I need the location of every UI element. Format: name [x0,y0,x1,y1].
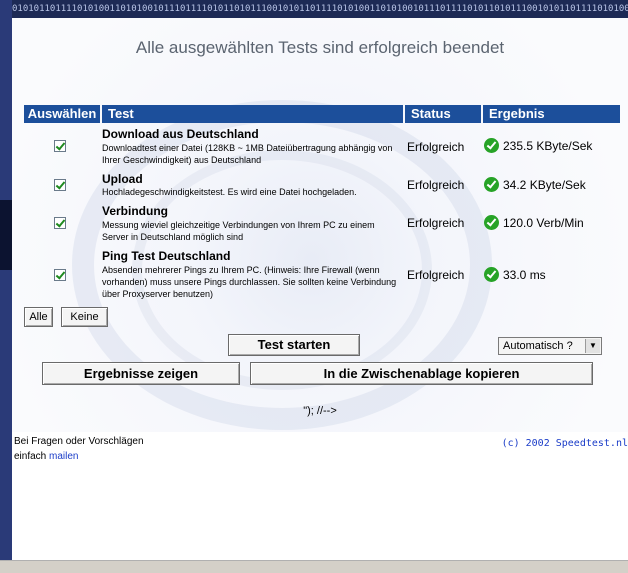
test-desc-download: Downloadtest einer Datei (128KB ~ 1MB Da… [102,143,393,165]
script-leftover-text: "); //--> [303,405,337,417]
select-all-button[interactable]: Alle [24,307,53,327]
status-upload: Erfolgreich [407,178,465,192]
select-none-button[interactable]: Keine [61,307,108,327]
checkbox-download[interactable] [54,140,66,152]
test-name-download: Download aus Deutschland [102,127,259,141]
success-check-icon [484,215,499,230]
copyright-link[interactable]: (c) 2002 Speedtest.nl [502,438,628,449]
success-check-icon [484,177,499,192]
status-download: Erfolgreich [407,140,465,154]
test-desc-upload: Hochladegeschwindigkeitstest. Es wird ei… [102,187,357,197]
checkbox-verbindung[interactable] [54,217,66,229]
left-edge-band [0,200,12,270]
footer: Bei Fragen oder Vorschlägen einfach mail… [12,432,628,572]
binary-header-strip: 0101011011110101001101010010111011110101… [12,0,628,18]
mode-select-value: Automatisch ? [503,340,573,352]
header-select: Auswählen [24,105,100,123]
checkbox-ping[interactable] [54,269,66,281]
mode-select[interactable]: Automatisch ? ▼ [498,337,602,355]
footer-questions-text: Bei Fragen oder Vorschlägen [14,436,144,447]
mail-link[interactable]: mailen [49,451,78,462]
copy-clipboard-button[interactable]: In die Zwischenablage kopieren [250,362,593,385]
left-window-edge [0,0,12,572]
test-name-verbindung: Verbindung [102,204,168,218]
success-check-icon [484,138,499,153]
status-verbindung: Erfolgreich [407,216,465,230]
header-test: Test [102,105,403,123]
status-ping: Erfolgreich [407,268,465,282]
result-ping: 33.0 ms [503,268,546,282]
start-test-button[interactable]: Test starten [228,334,360,356]
test-name-ping: Ping Test Deutschland [102,249,231,263]
result-download: 235.5 KByte/Sek [503,139,593,153]
footer-mail-prefix: einfach [14,451,50,462]
header-status: Status [405,105,481,123]
header-result: Ergebnis [483,105,620,123]
success-check-icon [484,267,499,282]
page-title: Alle ausgewählten Tests sind erfolgreich… [135,38,505,57]
test-name-upload: Upload [102,172,143,186]
chevron-down-icon[interactable]: ▼ [585,339,600,353]
show-results-button[interactable]: Ergebnisse zeigen [42,362,240,385]
footer-mail-line: einfach mailen [14,451,79,462]
result-verbindung: 120.0 Verb/Min [503,216,584,230]
test-desc-ping: Absenden mehrerer Pings zu Ihrem PC. (Hi… [102,265,397,299]
window-bottom-bar [0,560,628,573]
speedtest-panel: 0101011011110101001101010010111011110101… [12,0,628,432]
checkbox-upload[interactable] [54,179,66,191]
test-desc-verbindung: Messung wieviel gleichzeitige Verbindung… [102,220,375,242]
result-upload: 34.2 KByte/Sek [503,178,586,192]
